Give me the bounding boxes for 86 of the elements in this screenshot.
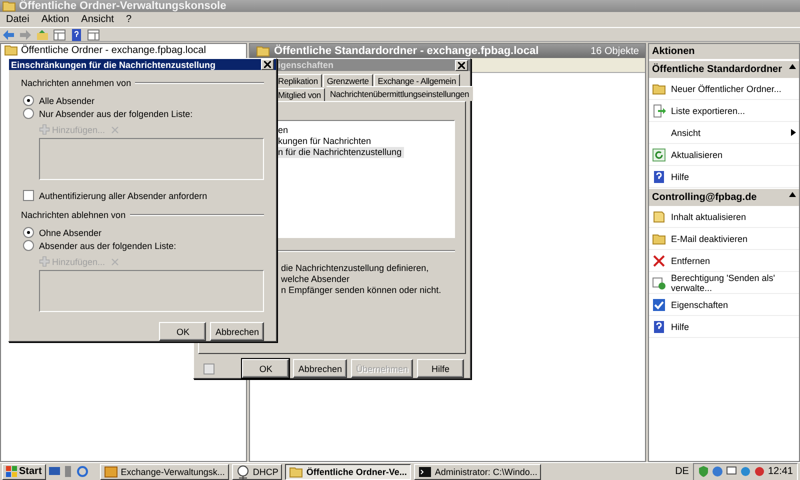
help-icon <box>652 170 666 184</box>
checkbox-label[interactable]: Authentifizierung aller Absender anfordern <box>39 190 208 200</box>
radio-button[interactable] <box>23 108 34 119</box>
list-item[interactable]: en <box>278 125 290 136</box>
menu-item[interactable]: Datei <box>6 14 30 25</box>
taskbar-button[interactable]: Öffentliche Ordner-Ve... <box>285 464 411 480</box>
submenu-arrow-icon <box>791 129 796 136</box>
action-item[interactable]: E-Mail deaktivieren <box>649 228 799 250</box>
action-item[interactable]: Inhalt aktualisieren <box>649 206 799 228</box>
actions-title: Aktionen <box>649 44 799 60</box>
page-icon <box>202 362 216 376</box>
radio-label[interactable]: Nur Absender aus der folgenden Liste: <box>39 108 193 118</box>
tab[interactable]: Exchange - Allgemein <box>374 74 460 88</box>
radio-button[interactable] <box>23 227 34 238</box>
folder-icon <box>652 232 666 246</box>
tab[interactable]: Grenzwerte <box>322 74 373 88</box>
folder-icon <box>2 0 16 13</box>
tab[interactable]: Nachrichtenübermittlungseinstellungen <box>326 86 474 102</box>
folder-icon <box>289 464 304 478</box>
back-icon[interactable] <box>2 28 15 40</box>
squares-icon <box>6 466 17 477</box>
section-title: Öffentliche Standardordner <box>652 64 782 75</box>
radio-button[interactable] <box>23 95 34 106</box>
close-button[interactable] <box>455 60 468 71</box>
tree-item[interactable]: Öffentliche Ordner - exchange.fpbag.local <box>21 44 206 56</box>
dialog-title: Einschränkungen für die Nachrichtenzustellung <box>11 60 216 70</box>
taskbar-button[interactable]: Exchange-Verwaltungsk... <box>100 464 229 480</box>
language-indicator[interactable]: DE <box>675 466 689 477</box>
dialog-button[interactable]: Hilfe <box>417 359 464 378</box>
folder-up-icon[interactable] <box>36 28 49 40</box>
help-icon[interactable] <box>70 28 83 40</box>
shield-icon[interactable] <box>698 466 709 477</box>
export-icon <box>652 104 666 118</box>
action-item[interactable]: Liste exportieren... <box>649 100 799 122</box>
radio-label[interactable]: Absender aus der folgenden Liste: <box>39 240 176 250</box>
collapse-icon[interactable] <box>789 64 796 69</box>
menu-item[interactable]: Ansicht <box>81 14 114 25</box>
section-header[interactable]: Öffentliche Standardordner <box>649 60 799 78</box>
checkbox[interactable] <box>23 190 34 201</box>
note-icon <box>652 210 666 224</box>
action-item[interactable]: Berechtigung 'Senden als' verwalte... <box>649 272 799 294</box>
menu-item[interactable]: ? <box>126 14 132 25</box>
dialog-button[interactable]: OK <box>159 322 206 341</box>
plus-icon <box>39 256 50 267</box>
dialog-button[interactable]: OK <box>242 359 290 378</box>
taskbar-button[interactable]: DHCP <box>232 464 282 480</box>
radio-label[interactable]: Ohne Absender <box>39 228 102 238</box>
action-item[interactable]: Entfernen <box>649 250 799 272</box>
dialog-button[interactable]: Abbrechen <box>210 322 264 341</box>
section-title: Controlling@fpbag.de <box>652 192 757 203</box>
folder-icon <box>652 82 666 96</box>
pane-icon[interactable] <box>53 28 66 40</box>
start-button[interactable]: Start <box>2 464 46 480</box>
radio-label[interactable]: Alle Absender <box>39 96 95 106</box>
list-item[interactable]: n für die Nachrichtenzustellung <box>278 147 404 158</box>
collapse-icon[interactable] <box>789 192 796 197</box>
section-header[interactable]: Controlling@fpbag.de <box>649 188 799 206</box>
dialog-button[interactable]: Abbrechen <box>293 359 347 378</box>
console-icon <box>418 464 432 478</box>
pane-icon[interactable] <box>87 28 100 40</box>
folder-icon <box>4 43 18 57</box>
refresh-icon <box>652 148 666 162</box>
permission-icon <box>652 276 666 290</box>
delete-icon <box>652 254 666 268</box>
pane-title: Öffentliche Standardordner - exchange.fpbag.local <box>274 45 539 57</box>
radio-button[interactable] <box>23 240 34 251</box>
plus-icon <box>39 124 50 135</box>
description-text: n Empfänger senden können oder nicht. <box>281 285 442 296</box>
object-count: 16 Objekte <box>590 46 639 56</box>
taskbar-button[interactable]: Administrator: C:\Windo... <box>414 464 542 480</box>
close-button[interactable] <box>261 59 274 70</box>
desktop-icon[interactable] <box>48 466 60 477</box>
action-item[interactable]: Ansicht <box>649 122 799 144</box>
checkbox-icon <box>652 298 666 312</box>
menu-item[interactable]: Aktion <box>41 14 70 25</box>
dialog-title: igenschaften <box>278 60 334 70</box>
help-icon <box>652 320 666 334</box>
group-label: Nachrichten annehmen von <box>21 78 132 88</box>
app-icon <box>104 464 118 478</box>
clock: 12:41 <box>768 466 793 477</box>
action-item[interactable]: Hilfe <box>649 316 799 338</box>
action-item[interactable]: Eigenschaften <box>649 294 799 316</box>
group-label: Nachrichten ablehnen von <box>21 210 126 220</box>
list-item[interactable]: kungen für Nachrichten <box>278 136 374 148</box>
action-item[interactable]: Neuer Öffentlicher Ordner... <box>649 78 799 100</box>
action-item[interactable]: Aktualisieren <box>649 144 799 166</box>
